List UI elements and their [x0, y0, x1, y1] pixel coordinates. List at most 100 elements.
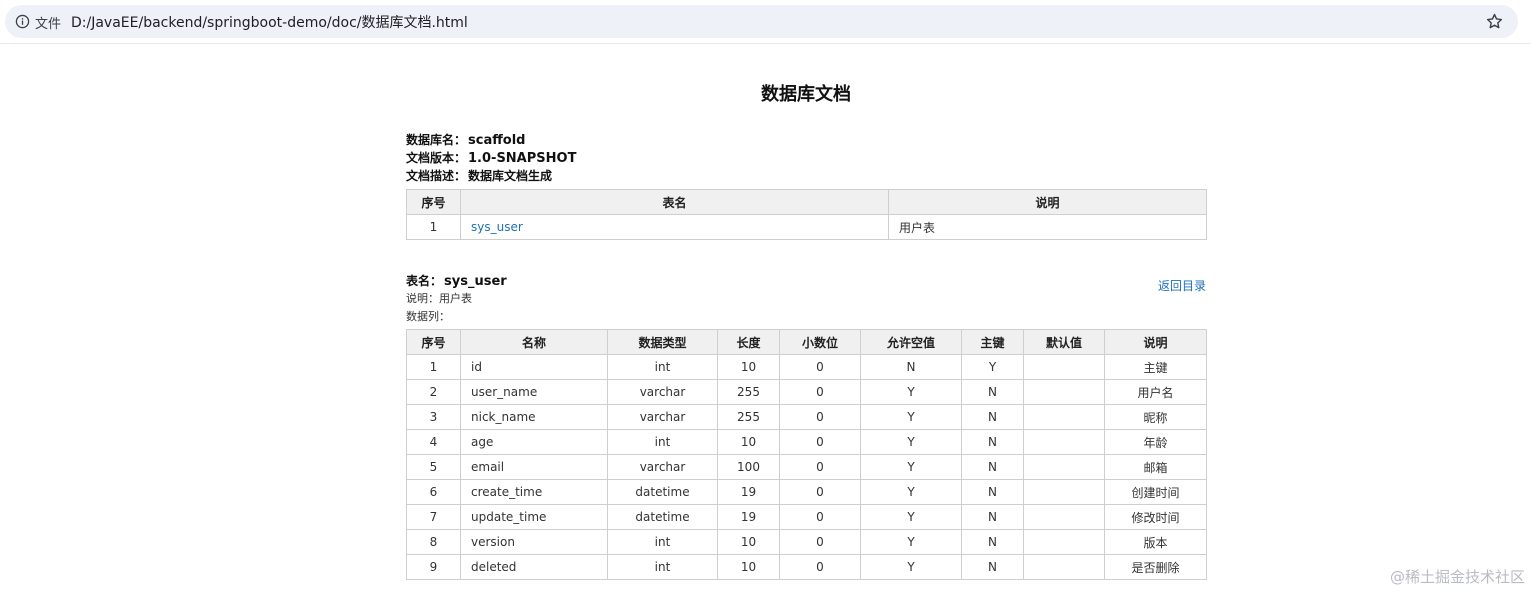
table-cell: Y: [961, 354, 1024, 380]
table-cell: 昵称: [1104, 404, 1207, 430]
address-bar[interactable]: 文件 D:/JavaEE/backend/springboot-demo/doc…: [5, 5, 1518, 38]
table-cell: 版本: [1104, 529, 1207, 555]
table-cell: Y: [860, 504, 962, 530]
table-cell: Y: [860, 554, 962, 580]
meta-key: 文档版本：: [406, 151, 467, 165]
table-cell: Y: [860, 429, 962, 455]
table-cell: 10: [717, 354, 780, 380]
watermark: @稀土掘金技术社区: [1389, 568, 1525, 586]
table-row: 3 nick_name varchar 255 0 Y N 昵称: [406, 404, 1207, 430]
file-scheme-label[interactable]: 文件: [35, 13, 61, 32]
meta-doc-desc: 文档描述： 数据库文档生成: [406, 167, 552, 184]
table-cell: 100: [717, 454, 780, 480]
table-row: 2 user_name varchar 255 0 Y N 用户名: [406, 379, 1207, 405]
column-header: 序号: [406, 329, 461, 355]
table-index: 序号 表名 说明 1 sys_user 用户表: [406, 189, 1207, 240]
table-cell: 0: [779, 529, 861, 555]
column-header: 数据类型: [607, 329, 718, 355]
table-cell: int: [607, 554, 718, 580]
table-row: 1 id int 10 0 N Y 主键: [406, 354, 1207, 380]
table-row: 7 update_time datetime 19 0 Y N 修改时间: [406, 504, 1207, 530]
table-cell: 255: [717, 379, 780, 405]
table-cell: N: [961, 529, 1024, 555]
table-cell: 0: [779, 354, 861, 380]
column-header: 小数位: [779, 329, 861, 355]
star-icon[interactable]: [1485, 12, 1504, 31]
table-cell: N: [961, 379, 1024, 405]
table-cell: [1023, 529, 1105, 555]
table-cell: age: [460, 429, 608, 455]
table-cell: 5: [406, 454, 461, 480]
table-header-row: 序号 名称 数据类型 长度 小数位 允许空值 主键 默认值 说明: [406, 329, 1207, 355]
url-text[interactable]: D:/JavaEE/backend/springboot-demo/doc/数据…: [71, 12, 468, 32]
table-cell: varchar: [607, 404, 718, 430]
table-cell: Y: [860, 379, 962, 405]
table-cell: N: [961, 554, 1024, 580]
table-columns: 序号 名称 数据类型 长度 小数位 允许空值 主键 默认值 说明 1 id int 10 0 N Y 主键 2 us…: [406, 329, 1207, 580]
table-cell: 19: [717, 504, 780, 530]
table-cell: [1023, 479, 1105, 505]
page-title: 数据库文档: [761, 84, 851, 105]
column-header: 说明: [888, 189, 1207, 215]
table-cell: 用户表: [888, 214, 1207, 240]
table-cell: 0: [779, 429, 861, 455]
column-header: 主键: [961, 329, 1024, 355]
table-cell: update_time: [460, 504, 608, 530]
table-header-row: 序号 表名 说明: [406, 189, 1207, 215]
table-cell: user_name: [460, 379, 608, 405]
table-cell: N: [961, 504, 1024, 530]
table-row: 8 version int 10 0 Y N 版本: [406, 529, 1207, 555]
table-name-link[interactable]: sys_user: [471, 220, 523, 234]
info-icon[interactable]: [15, 14, 30, 29]
meta-value: 1.0-SNAPSHOT: [468, 151, 577, 166]
table-cell: 4: [406, 429, 461, 455]
table-cell: [1023, 404, 1105, 430]
table-cell: 19: [717, 479, 780, 505]
table-row: 5 email varchar 100 0 Y N 邮箱: [406, 454, 1207, 480]
meta-value: scaffold: [468, 133, 526, 148]
table-cell: 主键: [1104, 354, 1207, 380]
table-cell: 10: [717, 529, 780, 555]
table-cell: 7: [406, 504, 461, 530]
table-cell: 用户名: [1104, 379, 1207, 405]
back-to-index-link[interactable]: 返回目录: [1158, 277, 1206, 294]
table-cell: create_time: [460, 479, 608, 505]
table-name-label: 表名：: [406, 274, 443, 288]
table-cell: varchar: [607, 379, 718, 405]
table-cell: N: [961, 454, 1024, 480]
table-cell: N: [961, 479, 1024, 505]
table-section-title: 表名： sys_user: [406, 272, 507, 289]
table-cell: [1023, 504, 1105, 530]
table-cell: 0: [779, 454, 861, 480]
table-cell: 0: [779, 379, 861, 405]
table-cell: 255: [717, 404, 780, 430]
table-cell: int: [607, 354, 718, 380]
table-cell: 6: [406, 479, 461, 505]
table-cell: 8: [406, 529, 461, 555]
table-cell: 是否删除: [1104, 554, 1207, 580]
table-description: 说明：用户表: [406, 292, 472, 305]
meta-db-name: 数据库名： scaffold: [406, 131, 525, 148]
table-cell: 0: [779, 504, 861, 530]
table-cell: version: [460, 529, 608, 555]
table-cell: Y: [860, 454, 962, 480]
table-cell: 修改时间: [1104, 504, 1207, 530]
table-cell: 9: [406, 554, 461, 580]
table-cell: N: [860, 354, 962, 380]
columns-label: 数据列：: [406, 310, 450, 323]
table-row: 1 sys_user 用户表: [406, 214, 1207, 240]
table-cell: datetime: [607, 504, 718, 530]
table-cell: 创建时间: [1104, 479, 1207, 505]
meta-key: 数据库名：: [406, 133, 467, 147]
table-cell: 10: [717, 554, 780, 580]
column-header: 默认值: [1023, 329, 1105, 355]
table-cell: N: [961, 429, 1024, 455]
column-header: 名称: [460, 329, 608, 355]
table-name-value: sys_user: [444, 274, 507, 289]
meta-key: 文档描述：: [406, 169, 467, 183]
table-cell: 0: [779, 479, 861, 505]
column-header: 长度: [717, 329, 780, 355]
table-cell: sys_user: [460, 214, 889, 240]
table-cell: Y: [860, 529, 962, 555]
table-cell: varchar: [607, 454, 718, 480]
